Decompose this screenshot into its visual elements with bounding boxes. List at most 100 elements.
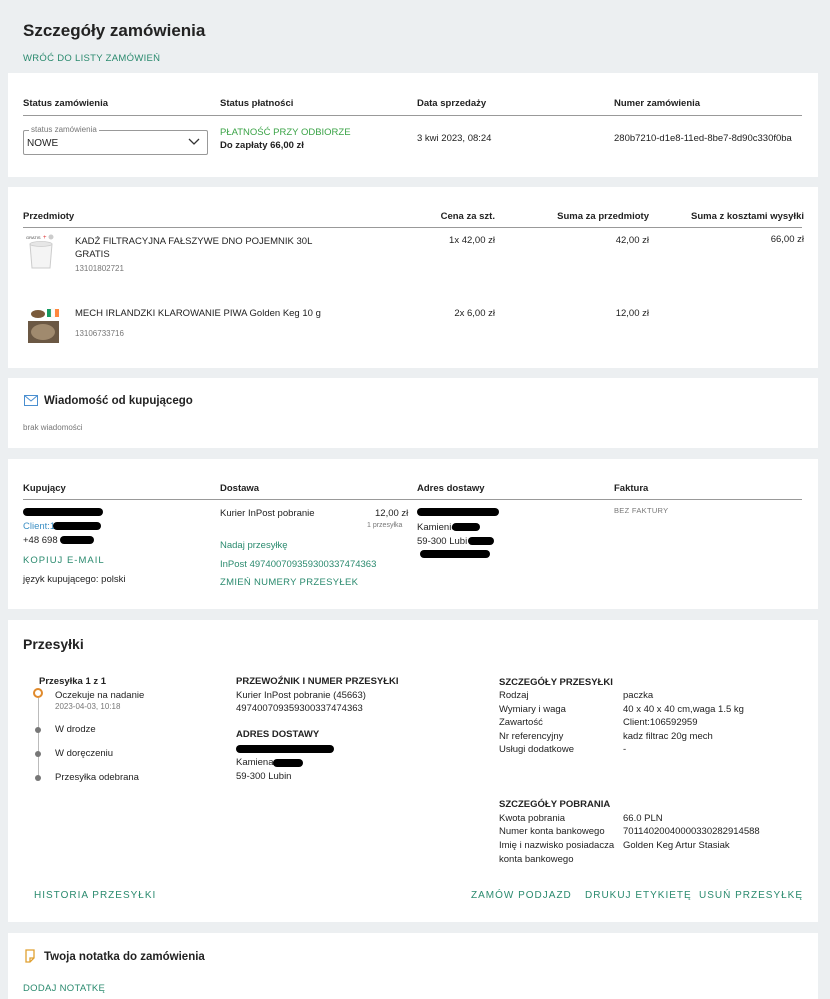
cod-value: Golden Keg Artur Stasiak bbox=[623, 840, 730, 851]
back-to-orders-link[interactable]: WRÓĆ DO LISTY ZAMÓWIEŃ bbox=[23, 53, 160, 64]
svg-text:+: + bbox=[43, 235, 47, 241]
item-name-line2: GRATIS bbox=[75, 249, 110, 260]
carrier-tracking-number: 497400709359300337474363 bbox=[236, 703, 363, 714]
print-label-button[interactable]: DRUKUJ ETYKIETĘ bbox=[585, 890, 692, 901]
buyer-client-id[interactable]: Client:1 bbox=[23, 521, 55, 532]
shipment-details-header: SZCZEGÓŁY PRZESYŁKI bbox=[499, 677, 613, 688]
cod-value: 70114020040000330282914588 bbox=[623, 826, 760, 837]
cod-key: Numer konta bankowego bbox=[499, 826, 605, 837]
address-zip: 59-300 Lubi bbox=[417, 536, 468, 547]
message-title: Wiadomość od kupującego bbox=[44, 395, 193, 407]
detail-value: kadz filtrac 20g mech bbox=[623, 731, 713, 742]
shipment-history-button[interactable]: HISTORIA PRZESYŁKI bbox=[34, 890, 156, 901]
order-number: 280b7210-d1e8-11ed-8be7-8d90c330f0ba bbox=[614, 133, 792, 144]
order-number-header: Numer zamówienia bbox=[614, 98, 701, 109]
timeline-step-label: Oczekuje na nadanie bbox=[55, 690, 145, 701]
timeline-dot bbox=[35, 727, 41, 733]
product-image-filter-tank[interactable]: GRATIS + bbox=[24, 232, 58, 272]
delete-parcel-button[interactable]: USUŃ PRZESYŁKĘ bbox=[699, 890, 803, 901]
order-status-value: NOWE bbox=[27, 138, 59, 149]
cod-key: konta bankowego bbox=[499, 854, 574, 865]
buyer-header: Kupujący bbox=[23, 483, 66, 494]
shipments-card: Przesyłki Przesyłka 1 z 1 Oczekuje na na… bbox=[8, 620, 818, 922]
item-sum: 12,00 zł bbox=[615, 308, 649, 319]
amount-to-pay: Do zapłaty 66,00 zł bbox=[220, 140, 304, 151]
items-header: Przedmioty bbox=[23, 211, 75, 222]
timeline-step-label: W doręczeniu bbox=[55, 748, 114, 759]
buyer-message-card: Wiadomość od kupującego brak wiadomości bbox=[8, 378, 818, 448]
redacted-buyer-name bbox=[23, 508, 103, 516]
total-with-shipping-header: Suma z kosztami wysyłki bbox=[691, 211, 804, 222]
item-code: 13106733716 bbox=[75, 329, 124, 338]
shipment-address-zip: 59-300 Lubin bbox=[236, 771, 292, 782]
redacted-zip bbox=[468, 537, 494, 545]
page-title: Szczegóły zamówienia bbox=[23, 21, 206, 40]
address-city: Kamienie bbox=[417, 522, 457, 533]
timeline-dot bbox=[35, 775, 41, 781]
redacted-client-id bbox=[53, 522, 101, 530]
timeline-dot bbox=[35, 751, 41, 757]
item-sum: 42,00 zł bbox=[615, 235, 649, 246]
delivery-address-header: Adres dostawy bbox=[417, 483, 485, 494]
tracking-number-link[interactable]: InPost 497400709359300337474363 bbox=[220, 559, 376, 570]
item-code: 13101802721 bbox=[75, 264, 124, 273]
divider bbox=[23, 115, 802, 116]
timeline-step-label: W drodze bbox=[55, 724, 96, 735]
payment-status-header: Status płatności bbox=[220, 98, 294, 109]
product-image-irish-moss[interactable] bbox=[28, 307, 59, 345]
item-name-line1: MECH IRLANDZKI KLAROWANIE PIWA Golden Ke… bbox=[75, 308, 321, 319]
detail-value: 40 x 40 x 40 cm,waga 1.5 kg bbox=[623, 704, 744, 715]
cod-key: Kwota pobrania bbox=[499, 813, 566, 824]
detail-key: Usługi dodatkowe bbox=[499, 744, 574, 755]
delivery-parcel-count: 1 przesyłka bbox=[367, 522, 403, 529]
add-note-link[interactable]: DODAJ NOTATKĘ bbox=[23, 983, 105, 994]
buyer-language: język kupującego: polski bbox=[23, 574, 126, 585]
carrier-name: Kurier InPost pobranie (45663) bbox=[236, 690, 366, 701]
buyer-delivery-card: Kupujący Dostawa Adres dostawy Faktura C… bbox=[8, 459, 818, 609]
chevron-down-icon bbox=[187, 135, 201, 150]
detail-key: Zawartość bbox=[499, 717, 543, 728]
detail-value: paczka bbox=[623, 690, 654, 701]
detail-key: Rodzaj bbox=[499, 690, 529, 701]
detail-value: - bbox=[623, 744, 627, 755]
sale-date: 3 kwi 2023, 08:24 bbox=[417, 133, 492, 144]
order-status-card: Status zamówienia Status płatności Data … bbox=[8, 73, 818, 177]
svg-text:GRATIS: GRATIS bbox=[26, 235, 41, 240]
items-sum-header: Suma za przedmioty bbox=[557, 211, 649, 222]
item-total-with-shipping: 66,00 zł bbox=[770, 234, 804, 245]
order-items-card: Przedmioty Cena za szt. Suma za przedmio… bbox=[8, 187, 818, 368]
order-status-header: Status zamówienia bbox=[23, 98, 108, 109]
detail-value: Client:106592959 bbox=[623, 717, 698, 728]
shipment-address-city: Kamiena bbox=[236, 757, 274, 768]
detail-key: Nr referencyjny bbox=[499, 731, 564, 742]
order-note-card: Twoja notatka do zamówienia DODAJ NOTATK… bbox=[8, 933, 818, 999]
timeline-step-label: Przesyłka odebrana bbox=[55, 772, 139, 783]
buyer-phone: +48 698 bbox=[23, 535, 58, 546]
item-unit-price: 1x 42,00 zł bbox=[449, 235, 495, 246]
payment-status: PŁATNOŚĆ PRZY ODBIORZE bbox=[220, 127, 351, 138]
change-parcel-numbers-link[interactable]: ZMIEŃ NUMERY PRZESYŁEK bbox=[220, 577, 358, 588]
carrier-header: PRZEWOŹNIK I NUMER PRZESYŁKI bbox=[236, 676, 399, 687]
timeline-line bbox=[38, 698, 39, 778]
redacted-recipient-name bbox=[417, 508, 499, 516]
timeline-step-date: 2023-04-03, 10:18 bbox=[55, 702, 121, 711]
item-unit-price: 2x 6,00 zł bbox=[454, 308, 495, 319]
item-name-line1: KADŹ FILTRACYJNA FAŁSZYWE DNO POJEMNIK 3… bbox=[75, 236, 313, 247]
delivery-header: Dostawa bbox=[220, 483, 260, 494]
sale-date-header: Data sprzedaży bbox=[417, 98, 487, 109]
shipment-label: Przesyłka 1 z 1 bbox=[39, 676, 107, 687]
send-parcel-link[interactable]: Nadaj przesyłkę bbox=[220, 540, 288, 551]
copy-email-button[interactable]: KOPIUJ E-MAIL bbox=[23, 555, 105, 566]
redacted-phone bbox=[60, 536, 94, 544]
redacted-city bbox=[452, 523, 480, 531]
cod-key: Imię i nazwisko posiadacza bbox=[499, 840, 615, 851]
order-status-select[interactable]: status zamówienia NOWE bbox=[23, 125, 208, 155]
unit-price-header: Cena za szt. bbox=[440, 211, 495, 222]
divider bbox=[23, 499, 802, 500]
redacted-shipment-name bbox=[236, 745, 334, 753]
detail-key: Wymiary i waga bbox=[499, 704, 566, 715]
cod-value: 66.0 PLN bbox=[623, 813, 663, 824]
note-icon bbox=[24, 949, 36, 966]
order-pickup-button[interactable]: ZAMÓW PODJAZD bbox=[471, 890, 572, 901]
order-status-select-label: status zamówienia bbox=[29, 125, 99, 134]
